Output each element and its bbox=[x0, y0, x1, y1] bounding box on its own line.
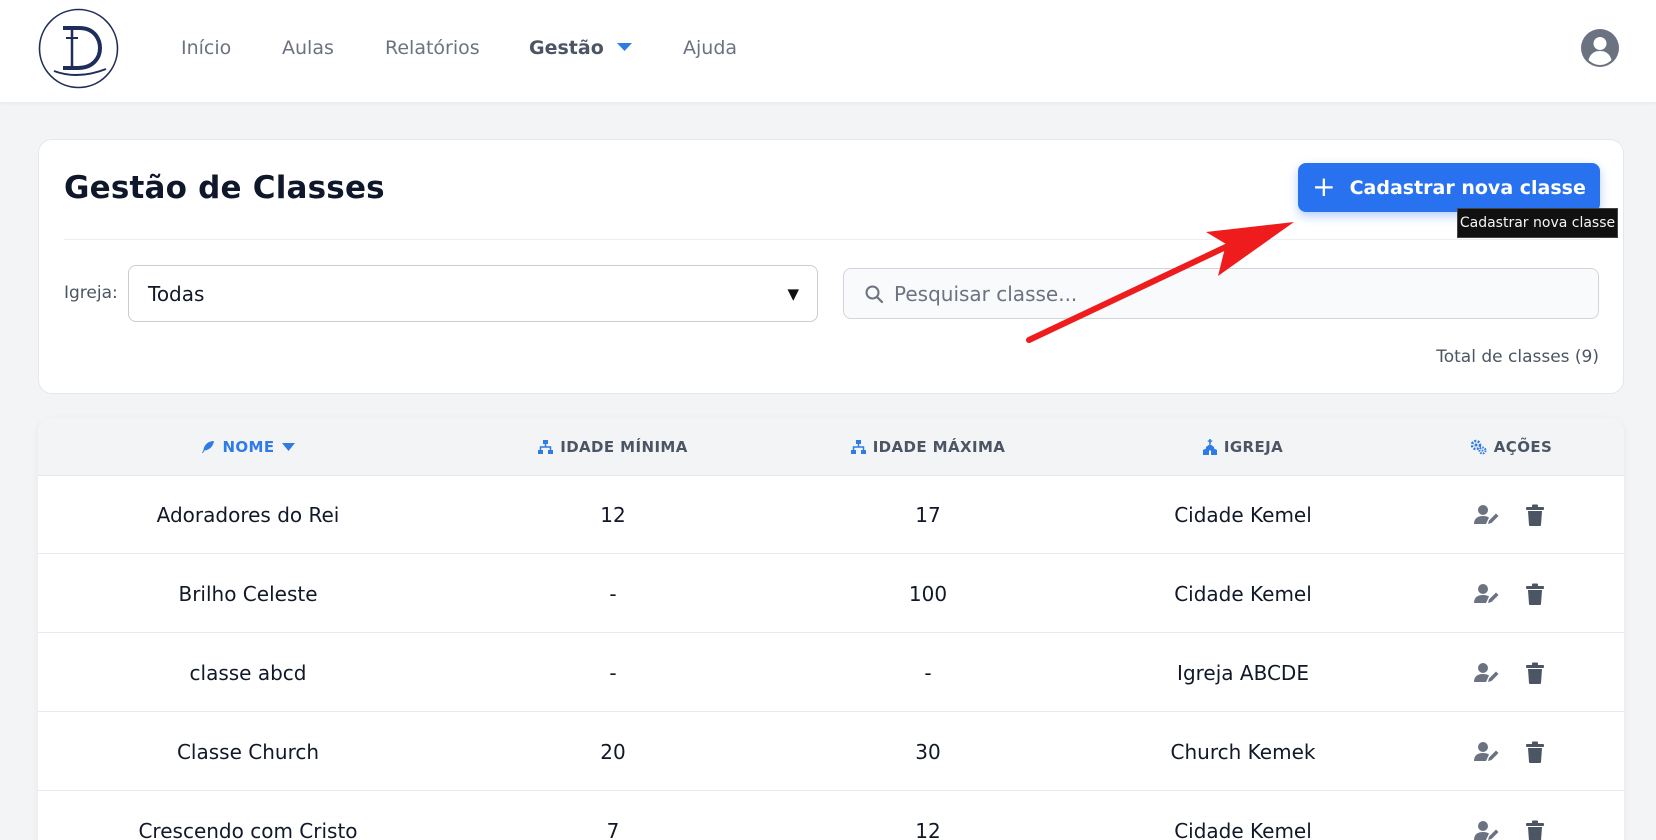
search-icon bbox=[865, 285, 884, 304]
church-filter-select[interactable]: Todas ▼ bbox=[128, 265, 818, 322]
class-name-cell: Brilho Celeste bbox=[178, 582, 318, 606]
add-class-button-label: Cadastrar nova classe bbox=[1349, 176, 1586, 199]
table-row: Crescendo com Cristo 7 12 Cidade Kemel bbox=[38, 792, 1624, 840]
delete-class-button[interactable] bbox=[1522, 739, 1548, 765]
col-header-min-age-label: IDADE MÍNIMA bbox=[560, 438, 688, 456]
col-header-name-label: NOME bbox=[222, 438, 275, 456]
col-header-actions: AÇÕES bbox=[1398, 418, 1624, 476]
sitemap-icon bbox=[538, 440, 554, 454]
col-header-actions-label: AÇÕES bbox=[1493, 438, 1553, 456]
classes-table: NOME IDADE MÍNIMA IDADE MÁXIMA IGREJA AÇ… bbox=[38, 418, 1624, 840]
top-navbar: Início Aulas Relatórios Gestão Ajuda bbox=[0, 0, 1656, 102]
min-age-cell: 7 bbox=[606, 819, 620, 840]
user-edit-icon bbox=[1474, 663, 1499, 682]
church-cell: Cidade Kemel bbox=[1174, 819, 1312, 840]
church-cell: Cidade Kemel bbox=[1174, 503, 1312, 527]
church-cell: Igreja ABCDE bbox=[1177, 661, 1309, 685]
col-header-name[interactable]: NOME bbox=[38, 418, 458, 476]
edit-class-button[interactable] bbox=[1474, 739, 1500, 765]
edit-class-button[interactable] bbox=[1474, 581, 1500, 607]
church-cell: Church Kemek bbox=[1170, 740, 1316, 764]
user-avatar-icon[interactable] bbox=[1581, 29, 1619, 67]
total-classes-count: Total de classes (9) bbox=[1436, 347, 1599, 367]
chevron-down-icon bbox=[616, 42, 632, 51]
min-age-cell: 12 bbox=[600, 503, 626, 527]
nav-ajuda[interactable]: Ajuda bbox=[683, 36, 737, 60]
church-icon bbox=[1202, 439, 1217, 455]
trash-icon bbox=[1526, 504, 1544, 526]
min-age-cell: - bbox=[609, 582, 617, 606]
table-row: Classe Church 20 30 Church Kemek bbox=[38, 713, 1624, 791]
delete-class-button[interactable] bbox=[1522, 502, 1548, 528]
max-age-cell: 30 bbox=[915, 740, 941, 764]
user-edit-icon bbox=[1474, 505, 1499, 524]
max-age-cell: 12 bbox=[915, 819, 941, 840]
class-name-cell: Adoradores do Rei bbox=[156, 503, 340, 527]
feather-icon bbox=[202, 441, 215, 453]
min-age-cell: 20 bbox=[600, 740, 626, 764]
page-title: Gestão de Classes bbox=[64, 170, 385, 206]
trash-icon bbox=[1526, 741, 1544, 763]
plus-icon: + bbox=[1312, 169, 1336, 203]
delete-class-button[interactable] bbox=[1522, 581, 1548, 607]
delete-class-button[interactable] bbox=[1522, 818, 1548, 840]
trash-icon bbox=[1526, 662, 1544, 684]
max-age-cell: 100 bbox=[908, 582, 948, 606]
church-logo[interactable] bbox=[38, 8, 119, 89]
divider bbox=[64, 239, 1600, 240]
max-age-cell: 17 bbox=[915, 503, 941, 527]
max-age-cell: - bbox=[924, 661, 932, 685]
nav-gestao[interactable]: Gestão bbox=[529, 36, 633, 60]
col-header-church-label: IGREJA bbox=[1223, 438, 1284, 456]
church-filter-value: Todas bbox=[148, 282, 205, 306]
row-actions bbox=[1398, 792, 1624, 840]
class-name-cell: classe abcd bbox=[189, 661, 307, 685]
user-edit-icon bbox=[1474, 821, 1499, 840]
nav-gestao-label: Gestão bbox=[529, 37, 604, 59]
col-header-max-age[interactable]: IDADE MÁXIMA bbox=[768, 418, 1088, 476]
sort-down-icon bbox=[281, 443, 295, 451]
row-actions bbox=[1398, 555, 1624, 633]
edit-class-button[interactable] bbox=[1474, 660, 1500, 686]
table-row: Brilho Celeste - 100 Cidade Kemel bbox=[38, 555, 1624, 633]
col-header-church[interactable]: IGREJA bbox=[1088, 418, 1398, 476]
class-name-cell: Classe Church bbox=[176, 740, 320, 764]
table-row: classe abcd - - Igreja ABCDE bbox=[38, 634, 1624, 712]
class-name-cell: Crescendo com Cristo bbox=[138, 819, 358, 840]
delete-class-button[interactable] bbox=[1522, 660, 1548, 686]
user-edit-icon bbox=[1474, 742, 1499, 761]
church-filter-label: Igreja: bbox=[64, 283, 118, 303]
sitemap-icon bbox=[850, 440, 866, 454]
add-class-tooltip: Cadastrar nova classe bbox=[1457, 208, 1618, 238]
add-class-button[interactable]: + Cadastrar nova classe bbox=[1298, 163, 1600, 212]
row-actions bbox=[1398, 634, 1624, 712]
classes-header-card: Gestão de Classes + Cadastrar nova class… bbox=[38, 139, 1624, 394]
table-row: Adoradores do Rei 12 17 Cidade Kemel bbox=[38, 476, 1624, 554]
trash-icon bbox=[1526, 820, 1544, 840]
nav-inicio[interactable]: Início bbox=[181, 36, 231, 60]
row-actions bbox=[1398, 713, 1624, 791]
trash-icon bbox=[1526, 583, 1544, 605]
edit-class-button[interactable] bbox=[1474, 818, 1500, 840]
dropdown-arrow-icon: ▼ bbox=[787, 285, 799, 303]
gears-icon bbox=[1470, 439, 1487, 455]
church-cell: Cidade Kemel bbox=[1174, 582, 1312, 606]
row-actions bbox=[1398, 476, 1624, 554]
nav-relatorios[interactable]: Relatórios bbox=[385, 36, 480, 60]
min-age-cell: - bbox=[609, 661, 617, 685]
edit-class-button[interactable] bbox=[1474, 502, 1500, 528]
user-edit-icon bbox=[1474, 584, 1499, 603]
table-header: NOME IDADE MÍNIMA IDADE MÁXIMA IGREJA AÇ… bbox=[38, 418, 1624, 476]
col-header-min-age[interactable]: IDADE MÍNIMA bbox=[458, 418, 768, 476]
search-input[interactable] bbox=[894, 270, 1584, 317]
nav-aulas[interactable]: Aulas bbox=[282, 36, 334, 60]
search-box[interactable] bbox=[843, 268, 1599, 319]
col-header-max-age-label: IDADE MÁXIMA bbox=[872, 438, 1006, 456]
